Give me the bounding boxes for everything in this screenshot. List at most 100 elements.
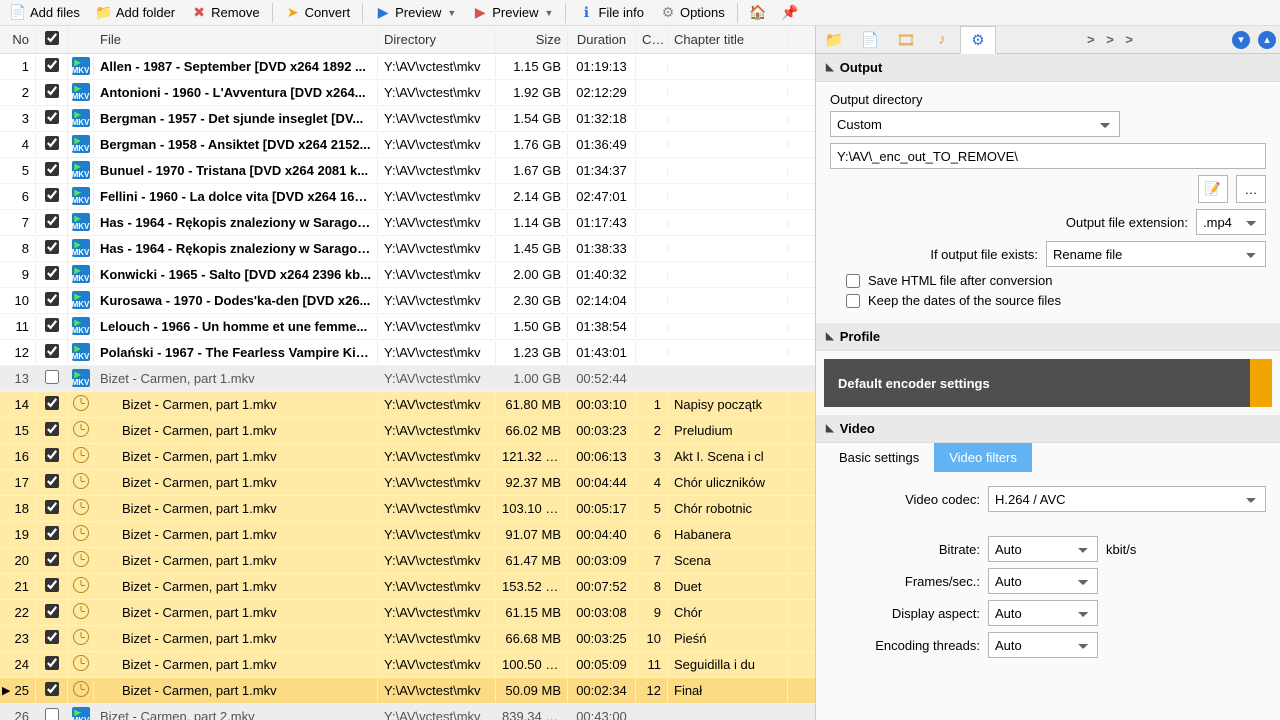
edit-path-button[interactable]: 📝 bbox=[1198, 175, 1228, 203]
table-row[interactable]: 8 Has - 1964 - Rękopis znaleziony w Sara… bbox=[0, 236, 815, 262]
output-exists[interactable]: Rename file bbox=[1046, 241, 1266, 267]
row-checkbox[interactable] bbox=[45, 188, 59, 202]
row-checkbox[interactable] bbox=[45, 110, 59, 124]
output-dir-path[interactable] bbox=[830, 143, 1266, 169]
video-bitrate[interactable]: Auto bbox=[988, 536, 1098, 562]
table-row[interactable]: 22 Bizet - Carmen, part 1.mkv Y:\AV\vcte… bbox=[0, 600, 815, 626]
row-checkbox[interactable] bbox=[45, 318, 59, 332]
table-row[interactable]: 19 Bizet - Carmen, part 1.mkv Y:\AV\vcte… bbox=[0, 522, 815, 548]
row-checkbox[interactable] bbox=[45, 266, 59, 280]
row-checkbox[interactable] bbox=[45, 162, 59, 176]
col-no[interactable]: No bbox=[0, 28, 36, 51]
tab-settings-icon[interactable]: ⚙ bbox=[960, 26, 996, 54]
table-row[interactable]: 7 Has - 1964 - Rękopis znaleziony w Sara… bbox=[0, 210, 815, 236]
cell-file: Bunuel - 1970 - Tristana [DVD x264 2081 … bbox=[94, 159, 378, 182]
table-row[interactable]: 1 Allen - 1987 - September [DVD x264 189… bbox=[0, 54, 815, 80]
col-size[interactable]: Size bbox=[496, 28, 568, 51]
row-checkbox[interactable] bbox=[45, 656, 59, 670]
table-row[interactable]: 12 Polański - 1967 - The Fearless Vampir… bbox=[0, 340, 815, 366]
home-button[interactable]: 🏠 bbox=[744, 3, 772, 23]
table-row[interactable]: 9 Konwicki - 1965 - Salto [DVD x264 2396… bbox=[0, 262, 815, 288]
table-row[interactable]: 4 Bergman - 1958 - Ansiktet [DVD x264 21… bbox=[0, 132, 815, 158]
remove-button[interactable]: ✖Remove bbox=[185, 3, 265, 23]
file-info-button[interactable]: ℹFile info bbox=[572, 3, 650, 23]
row-checkbox[interactable] bbox=[45, 630, 59, 644]
tab-basic-settings[interactable]: Basic settings bbox=[824, 443, 934, 472]
pin-button[interactable]: 📌 bbox=[776, 3, 804, 23]
browse-path-button[interactable]: … bbox=[1236, 175, 1266, 203]
table-row[interactable]: 24 Bizet - Carmen, part 1.mkv Y:\AV\vcte… bbox=[0, 652, 815, 678]
table-row[interactable]: 11 Lelouch - 1966 - Un homme et une femm… bbox=[0, 314, 815, 340]
row-checkbox[interactable] bbox=[45, 552, 59, 566]
row-checkbox[interactable] bbox=[45, 526, 59, 540]
table-row[interactable]: 16 Bizet - Carmen, part 1.mkv Y:\AV\vcte… bbox=[0, 444, 815, 470]
keep-dates-checkbox[interactable] bbox=[846, 294, 860, 308]
row-checkbox[interactable] bbox=[45, 578, 59, 592]
col-check[interactable] bbox=[36, 27, 68, 52]
row-checkbox[interactable] bbox=[45, 682, 59, 696]
output-dir-mode[interactable]: Custom bbox=[830, 111, 1120, 137]
row-checkbox[interactable] bbox=[45, 604, 59, 618]
output-ext[interactable]: .mp4 bbox=[1196, 209, 1266, 235]
add-folder-button[interactable]: 📁Add folder bbox=[90, 3, 181, 23]
table-row[interactable]: 15 Bizet - Carmen, part 1.mkv Y:\AV\vcte… bbox=[0, 418, 815, 444]
convert-button[interactable]: ➤Convert bbox=[279, 3, 357, 23]
row-checkbox[interactable] bbox=[45, 292, 59, 306]
row-checkbox[interactable] bbox=[45, 474, 59, 488]
row-checkbox[interactable] bbox=[45, 448, 59, 462]
col-file[interactable]: File bbox=[94, 28, 378, 51]
table-row[interactable]: 21 Bizet - Carmen, part 1.mkv Y:\AV\vcte… bbox=[0, 574, 815, 600]
table-row[interactable]: 6 Fellini - 1960 - La dolce vita [DVD x2… bbox=[0, 184, 815, 210]
tab-video-filters[interactable]: Video filters bbox=[934, 443, 1032, 472]
row-checkbox[interactable] bbox=[45, 708, 59, 720]
tab-audio-icon[interactable]: ♪ bbox=[924, 26, 960, 54]
col-chapter[interactable]: Ch... bbox=[636, 28, 668, 51]
collapse-down-icon[interactable]: ▾ bbox=[1232, 31, 1250, 49]
add-files-button[interactable]: 📄Add files bbox=[4, 3, 86, 23]
table-row[interactable]: 20 Bizet - Carmen, part 1.mkv Y:\AV\vcte… bbox=[0, 548, 815, 574]
preview2-button[interactable]: ▶Preview▼ bbox=[466, 3, 559, 23]
preview1-button[interactable]: ▶Preview▼ bbox=[369, 3, 462, 23]
table-row[interactable]: 23 Bizet - Carmen, part 1.mkv Y:\AV\vcte… bbox=[0, 626, 815, 652]
row-checkbox[interactable] bbox=[45, 136, 59, 150]
row-checkbox[interactable] bbox=[45, 240, 59, 254]
save-html-checkbox[interactable] bbox=[846, 274, 860, 288]
table-row[interactable]: 5 Bunuel - 1970 - Tristana [DVD x264 208… bbox=[0, 158, 815, 184]
table-row[interactable]: 13 Bizet - Carmen, part 1.mkv Y:\AV\vcte… bbox=[0, 366, 815, 392]
check-all[interactable] bbox=[45, 31, 59, 45]
options-button[interactable]: ⚙Options bbox=[654, 3, 731, 23]
row-checkbox[interactable] bbox=[45, 500, 59, 514]
table-row[interactable]: 18 Bizet - Carmen, part 1.mkv Y:\AV\vcte… bbox=[0, 496, 815, 522]
table-row[interactable]: 14 Bizet - Carmen, part 1.mkv Y:\AV\vcte… bbox=[0, 392, 815, 418]
row-checkbox[interactable] bbox=[45, 84, 59, 98]
table-row[interactable]: ▶ 25 Bizet - Carmen, part 1.mkv Y:\AV\vc… bbox=[0, 678, 815, 704]
tab-output-icon[interactable]: 📁 bbox=[816, 26, 852, 54]
row-checkbox[interactable] bbox=[45, 370, 59, 384]
col-chapter-title[interactable]: Chapter title bbox=[668, 28, 788, 51]
profile-section-header[interactable]: ◣Profile bbox=[816, 323, 1280, 351]
video-threads[interactable]: Auto bbox=[988, 632, 1098, 658]
table-row[interactable]: 2 Antonioni - 1960 - L'Avventura [DVD x2… bbox=[0, 80, 815, 106]
row-checkbox[interactable] bbox=[45, 344, 59, 358]
table-row[interactable]: 26 Bizet - Carmen, part 2.mkv Y:\AV\vcte… bbox=[0, 704, 815, 720]
expand-tabs[interactable]: > > > bbox=[996, 32, 1228, 47]
row-checkbox[interactable] bbox=[45, 58, 59, 72]
row-checkbox[interactable] bbox=[45, 214, 59, 228]
output-section-header[interactable]: ◣Output bbox=[816, 54, 1280, 82]
profile-selector[interactable]: Default encoder settings bbox=[824, 359, 1272, 407]
table-row[interactable]: 17 Bizet - Carmen, part 1.mkv Y:\AV\vcte… bbox=[0, 470, 815, 496]
video-aspect[interactable]: Auto bbox=[988, 600, 1098, 626]
tab-video-icon[interactable]: 🎞 bbox=[888, 26, 924, 54]
row-checkbox[interactable] bbox=[45, 422, 59, 436]
col-duration[interactable]: Duration bbox=[568, 28, 636, 51]
row-checkbox[interactable] bbox=[45, 396, 59, 410]
collapse-up-icon[interactable]: ▴ bbox=[1258, 31, 1276, 49]
video-fps[interactable]: Auto bbox=[988, 568, 1098, 594]
col-directory[interactable]: Directory bbox=[378, 28, 496, 51]
table-row[interactable]: 10 Kurosawa - 1970 - Dodes'ka-den [DVD x… bbox=[0, 288, 815, 314]
table-row[interactable]: 3 Bergman - 1957 - Det sjunde inseglet [… bbox=[0, 106, 815, 132]
tab-document-icon[interactable]: 📄 bbox=[852, 26, 888, 54]
profile-dropdown-icon[interactable] bbox=[1250, 359, 1272, 407]
video-section-header[interactable]: ◣Video bbox=[816, 415, 1280, 443]
video-codec[interactable]: H.264 / AVC bbox=[988, 486, 1266, 512]
